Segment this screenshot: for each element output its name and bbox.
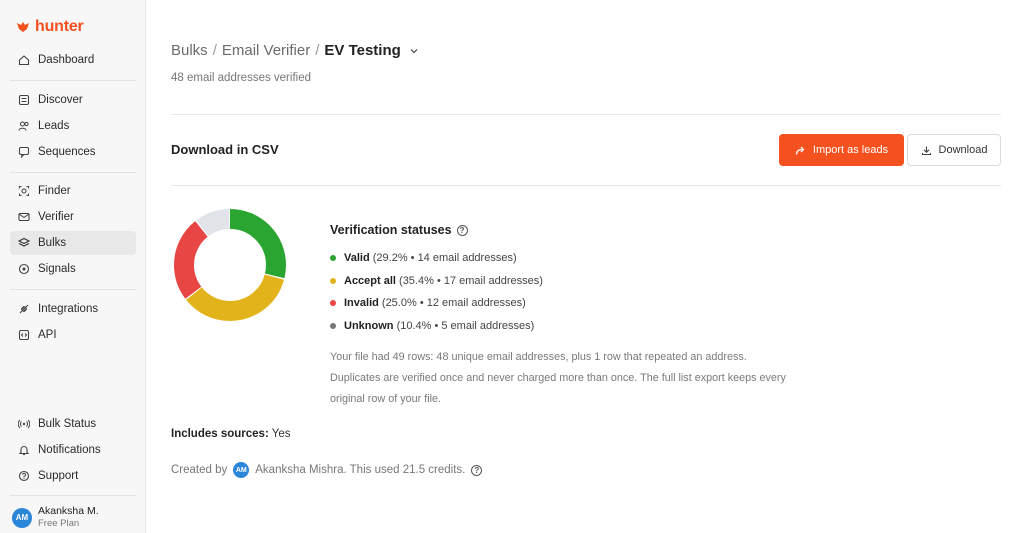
target-icon [18,185,30,197]
sidebar-item-label: Sequences [38,146,96,158]
sidebar-item-label: Finder [38,185,71,197]
unknown-dot [330,323,336,329]
status-detail: (10.4% • 5 email addresses) [396,320,535,332]
mail-check-icon [18,212,30,222]
sidebar-item-leads[interactable]: Leads [10,114,136,138]
status-valid: Valid (29.2% • 14 email addresses) [330,252,517,264]
invalid-dot [330,300,336,306]
fox-logo-icon [17,22,29,32]
sidebar-divider [10,80,136,81]
sidebar-item-label: Dashboard [38,54,95,66]
plug-icon [19,304,29,314]
verified-count: 48 email addresses verified [171,72,311,84]
message-icon [18,146,30,158]
sidebar-divider [10,289,136,290]
download-label: Download [938,144,988,156]
user-profile[interactable]: AM Akanksha M. Free Plan [12,505,99,530]
help-icon[interactable]: ? [471,464,483,476]
sidebar-item-label: Signals [38,263,76,275]
signal-icon [18,263,30,275]
sidebar-item-label: Notifications [38,444,101,456]
sidebar-item-signals[interactable]: Signals [10,257,136,281]
includes-sources: Includes sources: Yes [171,428,291,440]
sidebar-divider [10,495,136,496]
sources-value: Yes [271,428,291,440]
sidebar-item-label: Verifier [38,211,74,223]
import-as-leads-label: Import as leads [812,144,889,156]
file-description: Your file had 49 rows: 48 unique email a… [330,351,786,405]
status-accept-all: Accept all (35.4% • 17 email addresses) [330,275,543,287]
csv-section-title: Download in CSV [171,142,279,157]
layers-icon [18,237,30,247]
sidebar-item-verifier[interactable]: Verifier [10,205,136,229]
status-detail: (29.2% • 14 email addresses) [372,252,517,264]
avatar: AM [233,462,250,478]
accept-all-dot [330,278,336,284]
created-prefix: Created by [171,464,228,476]
user-name: Akanksha M. [38,505,99,517]
home-icon [18,55,30,66]
broadcast-icon [18,419,30,429]
sidebar-item-sequences[interactable]: Sequences [10,140,136,164]
created-by: Created by AM Akanksha Mishra. This used… [171,462,483,478]
sidebar-item-label: Discover [38,94,83,106]
user-plan: Free Plan [38,518,80,529]
valid-dot [330,255,336,261]
help-icon [18,470,30,482]
sidebar-item-notifications[interactable]: Notifications [10,438,136,462]
breadcrumb-separator: / [212,42,217,59]
status-invalid: Invalid (25.0% • 12 email addresses) [330,297,526,309]
list-icon [18,94,30,106]
status-unknown: Unknown (10.4% • 5 email addresses) [330,320,534,332]
brand-name: hunter [35,18,84,35]
breadcrumb-email-verifier[interactable]: Email Verifier [222,42,310,59]
breadcrumb-bulks[interactable]: Bulks [171,42,208,59]
verification-statuses-label: Verification statuses [330,223,452,237]
sidebar-item-label: API [38,329,57,341]
sidebar-item-dashboard[interactable]: Dashboard [10,48,136,72]
sidebar-item-api[interactable]: API [10,323,136,347]
page-title: EV Testing [324,42,401,59]
download-button[interactable]: Download [907,134,1001,166]
sidebar-divider [10,172,136,173]
sidebar-item-bulk-status[interactable]: Bulk Status [10,412,136,436]
verification-donut-chart [174,209,286,321]
sidebar-item-label: Support [38,470,79,482]
chevron-down-icon[interactable] [409,46,419,56]
sidebar-item-label: Integrations [38,303,99,315]
share-arrow-icon [795,146,805,155]
import-as-leads-button[interactable]: Import as leads [779,134,904,166]
sidebar-item-discover[interactable]: Discover [10,88,136,112]
download-icon [921,146,931,155]
sidebar: hunter Dashboard Discover Leads Sequence… [0,0,146,533]
sources-label: Includes sources: [171,428,269,440]
status-detail: (35.4% • 17 email addresses) [399,275,543,287]
section-divider [171,185,1001,186]
sidebar-item-integrations[interactable]: Integrations [10,297,136,321]
created-text: Akanksha Mishra. This used 21.5 credits. [255,464,466,476]
sidebar-item-label: Bulk Status [38,418,97,430]
status-detail: (25.0% • 12 email addresses) [381,297,526,309]
bell-icon [18,446,30,456]
sidebar-item-finder[interactable]: Finder [10,179,136,203]
sidebar-item-label: Leads [38,120,70,132]
users-icon [18,121,29,131]
hunter-logo[interactable]: hunter [16,18,84,36]
status-label: Unknown [344,320,394,332]
sidebar-item-label: Bulks [38,237,67,249]
help-icon[interactable]: ? [456,224,468,236]
section-divider [171,114,1001,115]
status-label: Accept all [344,275,396,287]
code-icon [18,329,30,341]
verification-statuses-title: Verification statuses ? [330,223,468,237]
sidebar-item-bulks[interactable]: Bulks [10,231,136,255]
breadcrumb-separator: / [315,42,320,59]
status-label: Valid [344,252,370,264]
breadcrumb: Bulks / Email Verifier / EV Testing [171,42,419,59]
sidebar-item-support[interactable]: Support [10,464,136,488]
avatar: AM [12,507,32,528]
status-label: Invalid [344,297,379,309]
